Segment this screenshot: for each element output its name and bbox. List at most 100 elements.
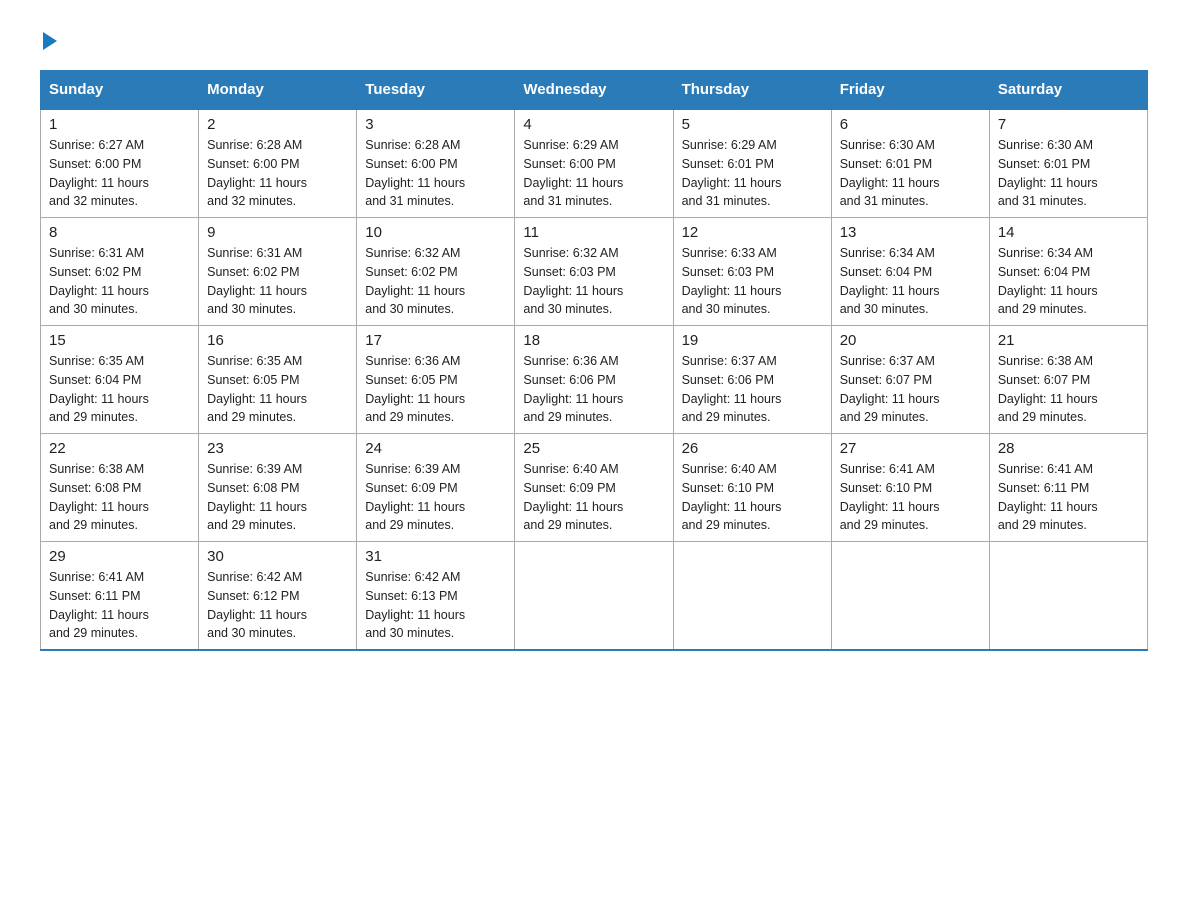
day-info: Sunrise: 6:40 AMSunset: 6:09 PMDaylight:… xyxy=(523,462,623,532)
calendar-cell: 4 Sunrise: 6:29 AMSunset: 6:00 PMDaylight… xyxy=(515,109,673,218)
day-number: 28 xyxy=(998,440,1139,457)
day-info: Sunrise: 6:28 AMSunset: 6:00 PMDaylight:… xyxy=(207,138,307,208)
day-number: 19 xyxy=(682,332,823,349)
calendar-week-row: 1 Sunrise: 6:27 AMSunset: 6:00 PMDaylight… xyxy=(41,109,1148,218)
day-info: Sunrise: 6:34 AMSunset: 6:04 PMDaylight:… xyxy=(840,246,940,316)
day-number: 11 xyxy=(523,224,664,241)
day-number: 31 xyxy=(365,548,506,565)
day-number: 4 xyxy=(523,116,664,133)
calendar-cell xyxy=(515,542,673,651)
calendar-cell: 29Sunrise: 6:41 AMSunset: 6:11 PMDayligh… xyxy=(41,542,199,651)
calendar-cell: 31 Sunrise: 6:42 AMSunset: 6:13 PMDayligh… xyxy=(357,542,515,651)
calendar-cell: 10 Sunrise: 6:32 AMSunset: 6:02 PMDayligh… xyxy=(357,218,515,326)
day-info: Sunrise: 6:35 AMSunset: 6:05 PMDaylight:… xyxy=(207,354,307,424)
calendar-week-row: 15Sunrise: 6:35 AMSunset: 6:04 PMDayligh… xyxy=(41,326,1148,434)
day-number: 12 xyxy=(682,224,823,241)
day-number: 15 xyxy=(49,332,190,349)
calendar-cell: 13 Sunrise: 6:34 AMSunset: 6:04 PMDayligh… xyxy=(831,218,989,326)
calendar-cell: 20 Sunrise: 6:37 AMSunset: 6:07 PMDayligh… xyxy=(831,326,989,434)
day-number: 9 xyxy=(207,224,348,241)
calendar-cell: 9 Sunrise: 6:31 AMSunset: 6:02 PMDaylight… xyxy=(199,218,357,326)
day-info: Sunrise: 6:40 AMSunset: 6:10 PMDaylight:… xyxy=(682,462,782,532)
day-info: Sunrise: 6:30 AMSunset: 6:01 PMDaylight:… xyxy=(998,138,1098,208)
day-number: 10 xyxy=(365,224,506,241)
day-number: 27 xyxy=(840,440,981,457)
day-info: Sunrise: 6:42 AMSunset: 6:12 PMDaylight:… xyxy=(207,570,307,640)
calendar-cell: 2 Sunrise: 6:28 AMSunset: 6:00 PMDaylight… xyxy=(199,109,357,218)
day-info: Sunrise: 6:31 AMSunset: 6:02 PMDaylight:… xyxy=(207,246,307,316)
day-info: Sunrise: 6:36 AMSunset: 6:06 PMDaylight:… xyxy=(523,354,623,424)
calendar-cell: 8Sunrise: 6:31 AMSunset: 6:02 PMDaylight… xyxy=(41,218,199,326)
page-header xyxy=(40,30,1148,50)
day-number: 6 xyxy=(840,116,981,133)
calendar-cell: 16 Sunrise: 6:35 AMSunset: 6:05 PMDayligh… xyxy=(199,326,357,434)
calendar-cell: 23 Sunrise: 6:39 AMSunset: 6:08 PMDayligh… xyxy=(199,434,357,542)
calendar-cell: 27Sunrise: 6:41 AMSunset: 6:10 PMDayligh… xyxy=(831,434,989,542)
day-number: 25 xyxy=(523,440,664,457)
day-info: Sunrise: 6:39 AMSunset: 6:08 PMDaylight:… xyxy=(207,462,307,532)
calendar-header-row: SundayMondayTuesdayWednesdayThursdayFrid… xyxy=(41,71,1148,110)
day-number: 3 xyxy=(365,116,506,133)
calendar-cell: 5Sunrise: 6:29 AMSunset: 6:01 PMDaylight… xyxy=(673,109,831,218)
column-header-thursday: Thursday xyxy=(673,71,831,110)
calendar-cell: 30 Sunrise: 6:42 AMSunset: 6:12 PMDayligh… xyxy=(199,542,357,651)
day-number: 18 xyxy=(523,332,664,349)
day-info: Sunrise: 6:38 AMSunset: 6:08 PMDaylight:… xyxy=(49,462,149,532)
day-number: 7 xyxy=(998,116,1139,133)
day-info: Sunrise: 6:42 AMSunset: 6:13 PMDaylight:… xyxy=(365,570,465,640)
column-header-tuesday: Tuesday xyxy=(357,71,515,110)
calendar-cell: 11 Sunrise: 6:32 AMSunset: 6:03 PMDayligh… xyxy=(515,218,673,326)
day-info: Sunrise: 6:36 AMSunset: 6:05 PMDaylight:… xyxy=(365,354,465,424)
column-header-saturday: Saturday xyxy=(989,71,1147,110)
day-info: Sunrise: 6:32 AMSunset: 6:03 PMDaylight:… xyxy=(523,246,623,316)
calendar-cell: 12 Sunrise: 6:33 AMSunset: 6:03 PMDayligh… xyxy=(673,218,831,326)
day-info: Sunrise: 6:30 AMSunset: 6:01 PMDaylight:… xyxy=(840,138,940,208)
day-number: 1 xyxy=(49,116,190,133)
day-info: Sunrise: 6:28 AMSunset: 6:00 PMDaylight:… xyxy=(365,138,465,208)
day-number: 20 xyxy=(840,332,981,349)
logo xyxy=(40,30,57,50)
calendar-cell xyxy=(673,542,831,651)
calendar-cell: 24 Sunrise: 6:39 AMSunset: 6:09 PMDayligh… xyxy=(357,434,515,542)
day-info: Sunrise: 6:32 AMSunset: 6:02 PMDaylight:… xyxy=(365,246,465,316)
day-info: Sunrise: 6:37 AMSunset: 6:06 PMDaylight:… xyxy=(682,354,782,424)
day-info: Sunrise: 6:29 AMSunset: 6:01 PMDaylight:… xyxy=(682,138,782,208)
day-number: 17 xyxy=(365,332,506,349)
day-info: Sunrise: 6:41 AMSunset: 6:11 PMDaylight:… xyxy=(49,570,149,640)
column-header-monday: Monday xyxy=(199,71,357,110)
logo-arrow-icon xyxy=(43,32,57,50)
calendar-cell: 25 Sunrise: 6:40 AMSunset: 6:09 PMDayligh… xyxy=(515,434,673,542)
day-info: Sunrise: 6:29 AMSunset: 6:00 PMDaylight:… xyxy=(523,138,623,208)
day-info: Sunrise: 6:38 AMSunset: 6:07 PMDaylight:… xyxy=(998,354,1098,424)
calendar-cell: 21 Sunrise: 6:38 AMSunset: 6:07 PMDayligh… xyxy=(989,326,1147,434)
day-number: 2 xyxy=(207,116,348,133)
day-number: 24 xyxy=(365,440,506,457)
day-info: Sunrise: 6:39 AMSunset: 6:09 PMDaylight:… xyxy=(365,462,465,532)
day-number: 16 xyxy=(207,332,348,349)
day-number: 21 xyxy=(998,332,1139,349)
calendar-cell: 1 Sunrise: 6:27 AMSunset: 6:00 PMDaylight… xyxy=(41,109,199,218)
day-info: Sunrise: 6:37 AMSunset: 6:07 PMDaylight:… xyxy=(840,354,940,424)
calendar-cell: 18 Sunrise: 6:36 AMSunset: 6:06 PMDayligh… xyxy=(515,326,673,434)
calendar-week-row: 8 Sunrise: 6:31 AMSunset: 6:02 PMDaylight… xyxy=(41,218,1148,326)
calendar-cell: 28 Sunrise: 6:41 AMSunset: 6:11 PMDayligh… xyxy=(989,434,1147,542)
day-number: 23 xyxy=(207,440,348,457)
day-info: Sunrise: 6:41 AMSunset: 6:11 PMDaylight:… xyxy=(998,462,1098,532)
day-number: 14 xyxy=(998,224,1139,241)
day-number: 22 xyxy=(49,440,190,457)
calendar-cell: 17 Sunrise: 6:36 AMSunset: 6:05 PMDayligh… xyxy=(357,326,515,434)
calendar-cell: 19 Sunrise: 6:37 AMSunset: 6:06 PMDayligh… xyxy=(673,326,831,434)
calendar-cell: 3 Sunrise: 6:28 AMSunset: 6:00 PMDaylight… xyxy=(357,109,515,218)
calendar-cell: 7 Sunrise: 6:30 AMSunset: 6:01 PMDaylight… xyxy=(989,109,1147,218)
calendar-cell xyxy=(989,542,1147,651)
day-info: Sunrise: 6:27 AMSunset: 6:00 PMDaylight:… xyxy=(49,138,149,208)
day-number: 13 xyxy=(840,224,981,241)
day-info: Sunrise: 6:33 AMSunset: 6:03 PMDaylight:… xyxy=(682,246,782,316)
calendar-cell: 22 Sunrise: 6:38 AMSunset: 6:08 PMDayligh… xyxy=(41,434,199,542)
day-info: Sunrise: 6:34 AMSunset: 6:04 PMDaylight:… xyxy=(998,246,1098,316)
day-number: 26 xyxy=(682,440,823,457)
day-number: 30 xyxy=(207,548,348,565)
column-header-wednesday: Wednesday xyxy=(515,71,673,110)
calendar-cell: 26 Sunrise: 6:40 AMSunset: 6:10 PMDayligh… xyxy=(673,434,831,542)
day-number: 8 xyxy=(49,224,190,241)
